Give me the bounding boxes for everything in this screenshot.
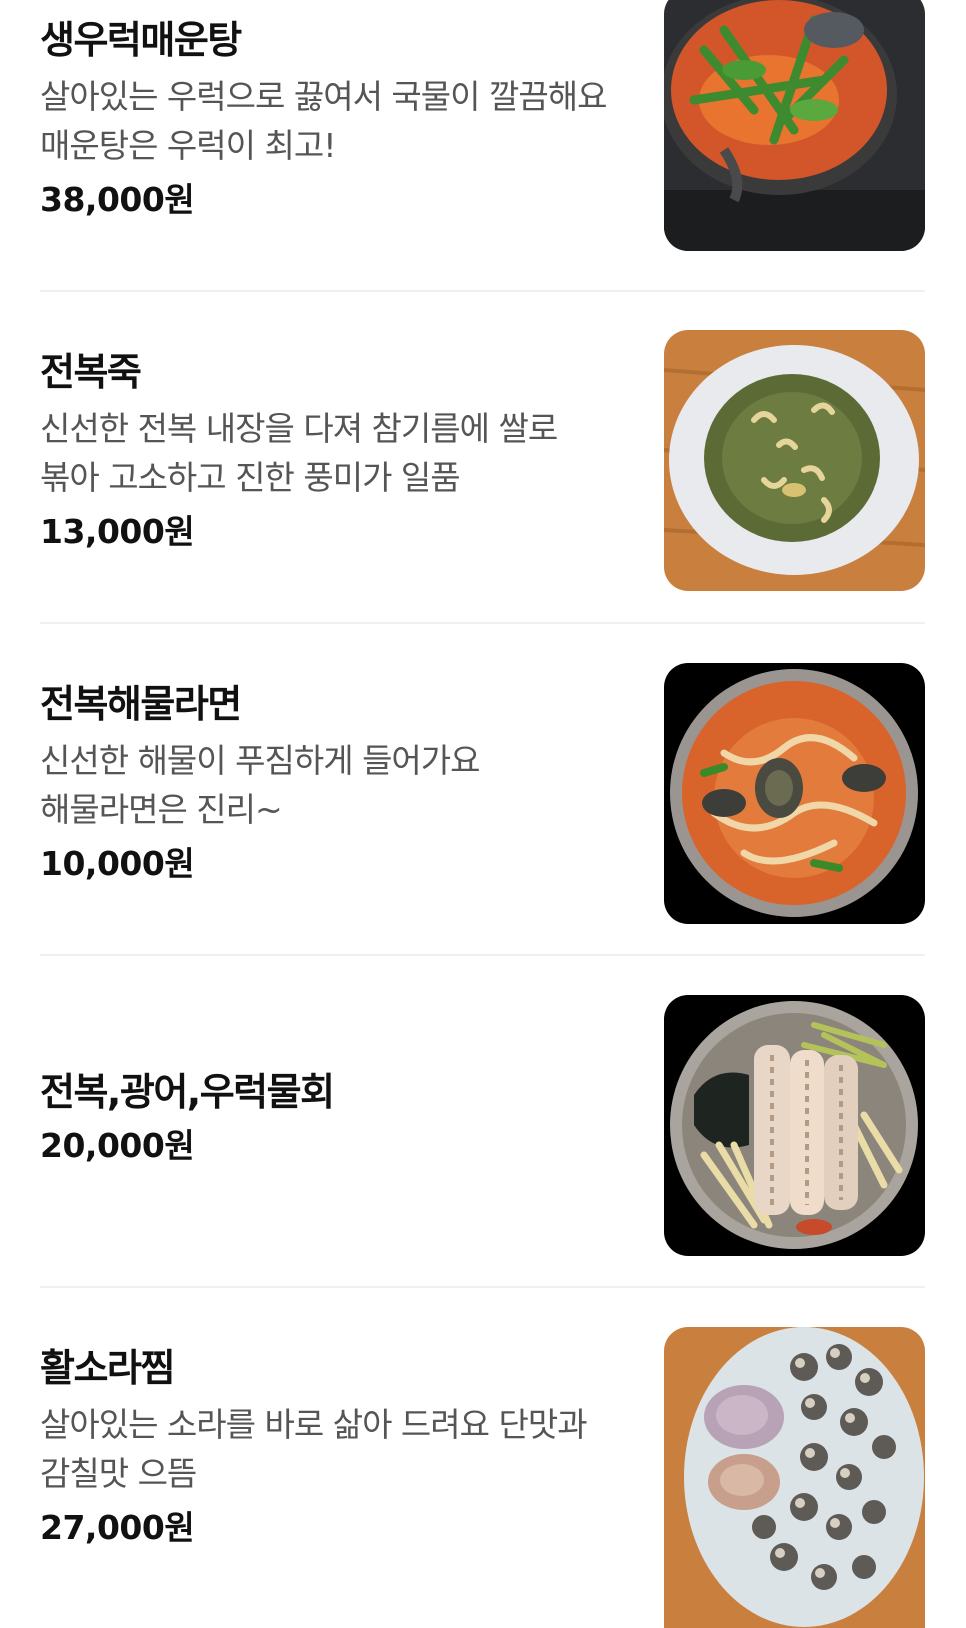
menu-item-description: 살아있는 소라를 바로 삶아 드려요 단맛과 감칠맛 으뜸 <box>40 1405 588 1493</box>
menu-item-image[interactable] <box>664 995 925 1256</box>
menu-item-name: 전복,광어,우럭물회 <box>40 1070 335 1114</box>
menu-list: 생우럭매운탕 살아있는 우럭으로 끓여서 국물이 깔끔해요 매운탕은 우럭이 최… <box>0 0 966 1628</box>
menu-item-image[interactable] <box>664 663 925 924</box>
menu-item[interactable]: 전복해물라면 신선한 해물이 푸짐하게 들어가요 해물라면은 진리~ 10,00… <box>0 624 966 956</box>
menu-item-image[interactable] <box>664 1327 925 1628</box>
menu-item-description: 살아있는 우럭으로 끓여서 국물이 깔끔해요 매운탕은 우럭이 최고! <box>40 77 607 165</box>
menu-item-text: 전복죽 신선한 전복 내장을 다져 참기름에 쌀로 볶아 고소하고 진한 풍미가… <box>40 348 620 556</box>
menu-item-price: 38,000원 <box>40 180 195 219</box>
menu-item-image[interactable] <box>664 0 925 251</box>
menu-item-price: 20,000원 <box>40 1126 195 1165</box>
menu-item-text: 생우럭매운탕 살아있는 우럭으로 끓여서 국물이 깔끔해요 매운탕은 우럭이 최… <box>40 16 620 224</box>
menu-item-name: 활소라찜 <box>40 1346 175 1390</box>
menu-item[interactable]: 생우럭매운탕 살아있는 우럭으로 끓여서 국물이 깔끔해요 매운탕은 우럭이 최… <box>0 0 966 292</box>
menu-item-price: 27,000원 <box>40 1508 195 1547</box>
menu-item-name: 전복해물라면 <box>40 682 242 726</box>
menu-item-price: 10,000원 <box>40 844 195 883</box>
steamed-conch-photo <box>664 1327 925 1628</box>
menu-item-image[interactable] <box>664 330 925 591</box>
menu-item-text: 전복해물라면 신선한 해물이 푸짐하게 들어가요 해물라면은 진리~ 10,00… <box>40 680 620 888</box>
menu-item-name: 전복죽 <box>40 350 142 394</box>
menu-item[interactable]: 활소라찜 살아있는 소라를 바로 삶아 드려요 단맛과 감칠맛 으뜸 27,00… <box>0 1288 966 1628</box>
menu-item-text: 활소라찜 살아있는 소라를 바로 삶아 드려요 단맛과 감칠맛 으뜸 27,00… <box>40 1344 620 1552</box>
abalone-porridge-photo <box>664 330 925 591</box>
menu-item[interactable]: 전복죽 신선한 전복 내장을 다져 참기름에 쌀로 볶아 고소하고 진한 풍미가… <box>0 292 966 624</box>
menu-item-price: 13,000원 <box>40 512 195 551</box>
spicy-rockfish-stew-photo <box>664 0 925 251</box>
menu-item-description: 신선한 전복 내장을 다져 참기름에 쌀로 볶아 고소하고 진한 풍미가 일품 <box>40 409 558 497</box>
menu-item[interactable]: 전복,광어,우럭물회 20,000원 <box>0 956 966 1288</box>
menu-item-description: 신선한 해물이 푸짐하게 들어가요 해물라면은 진리~ <box>40 741 481 829</box>
cold-raw-fish-soup-photo <box>664 995 925 1256</box>
abalone-seafood-ramen-photo <box>664 663 925 924</box>
menu-item-text: 전복,광어,우럭물회 20,000원 <box>40 1068 620 1170</box>
menu-item-name: 생우럭매운탕 <box>40 18 242 62</box>
